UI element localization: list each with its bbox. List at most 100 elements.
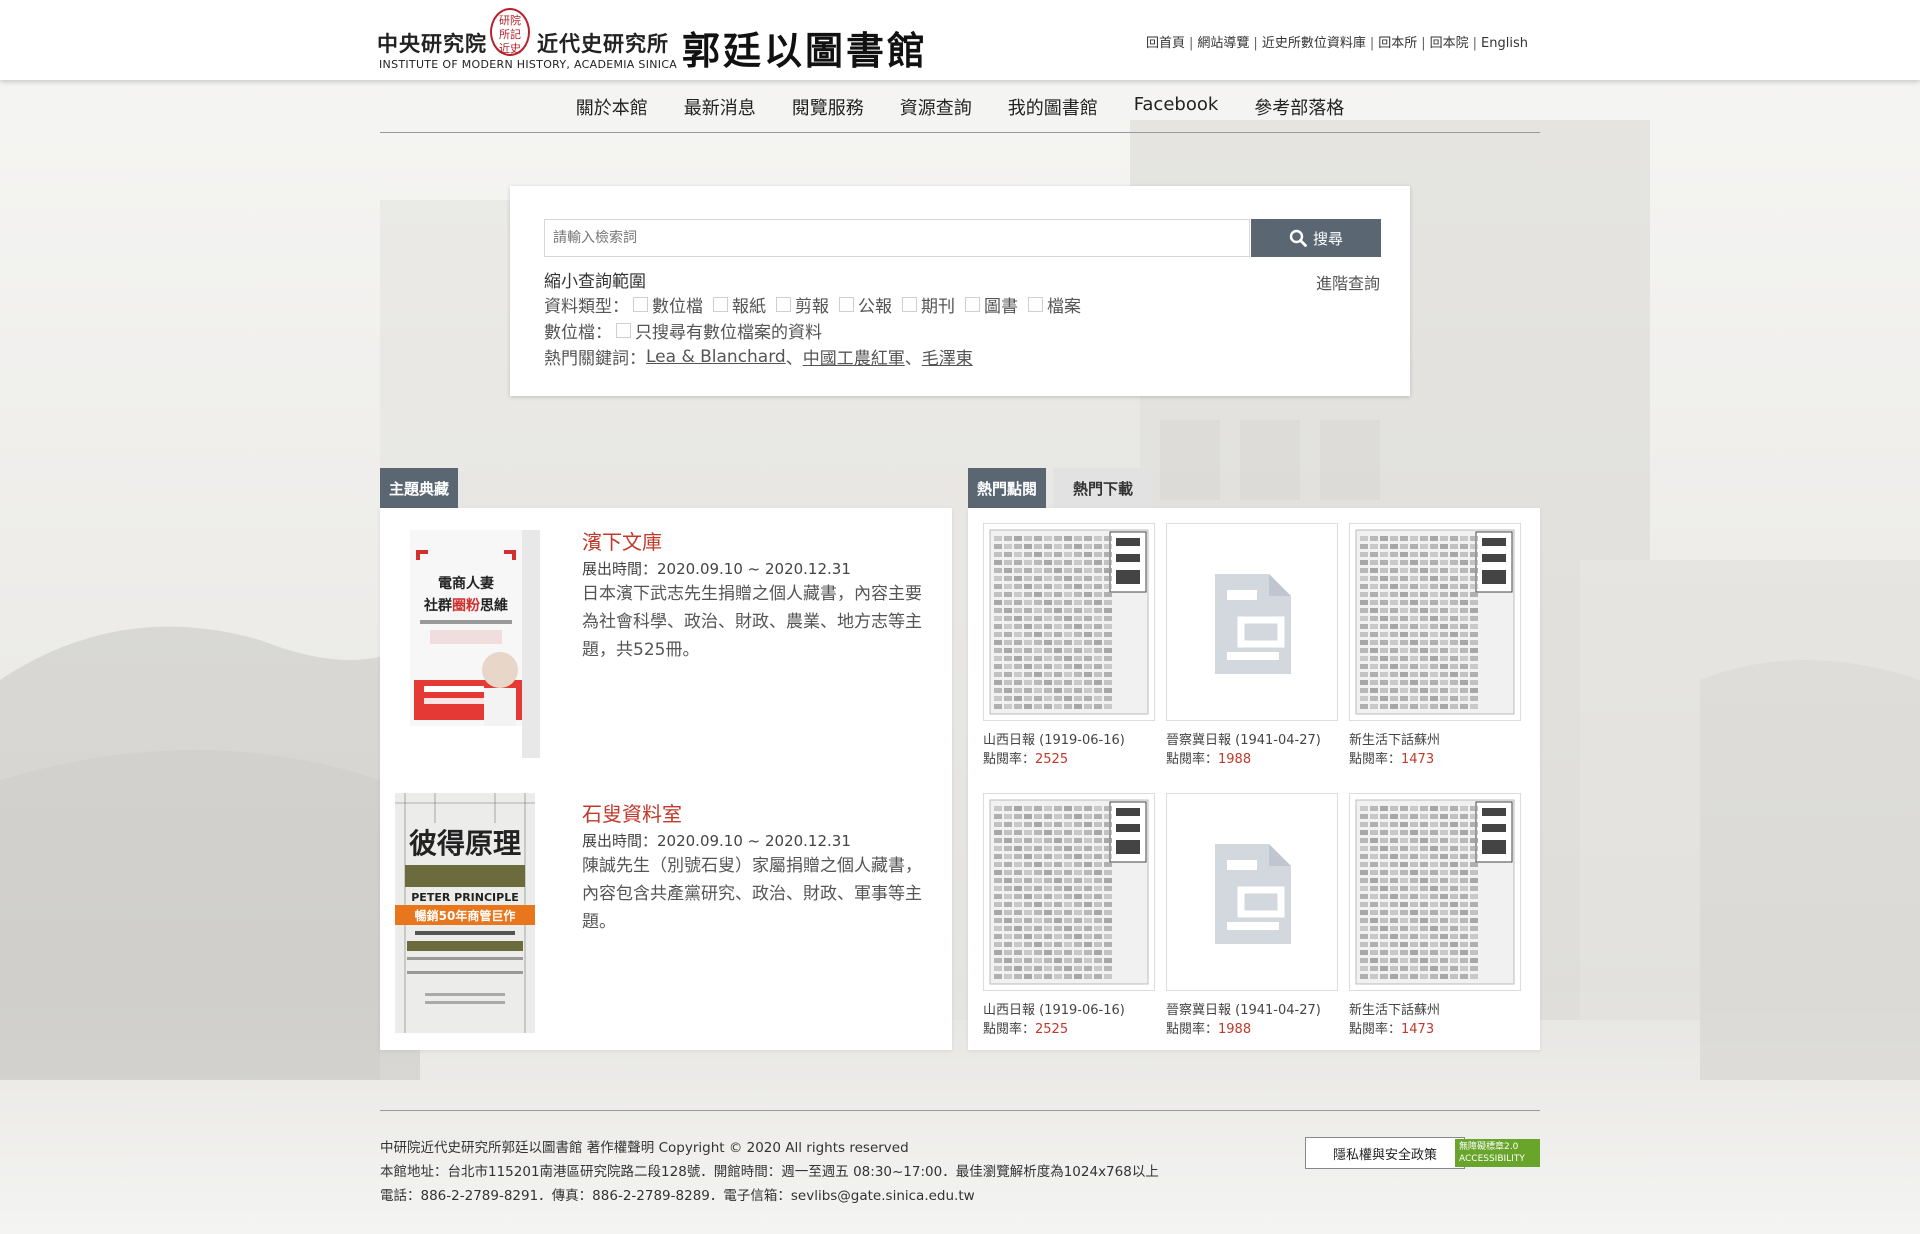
nav-item-blog[interactable]: 參考部落格	[1254, 94, 1344, 120]
top-link-home[interactable]: 回首頁	[1146, 36, 1185, 51]
popular-item-title[interactable]: 新生活下話蘇州	[1349, 999, 1440, 1018]
popular-item-count: 點閱率：1988	[1166, 1018, 1251, 1037]
checkbox-archive[interactable]	[1028, 297, 1043, 312]
collection-description: 陳誠先生（別號石叟）家屬捐贈之個人藏書，內容包含共產黨研究、政治、財政、軍事等主…	[582, 856, 922, 932]
svg-text:彼得原理: 彼得原理	[409, 827, 521, 860]
nav-item-about[interactable]: 關於本館	[576, 94, 648, 120]
checkbox-digital[interactable]	[633, 297, 648, 312]
digital-filter-label: 數位檔：	[544, 323, 612, 343]
count-value: 1988	[1218, 752, 1252, 767]
popular-item-title[interactable]: 山西日報 (1919-06-16)	[983, 729, 1125, 748]
hot-keywords-row: 熱門關鍵詞： Lea & Blanchard、 中國工農紅軍、 毛澤東	[544, 344, 973, 370]
main-nav: 關於本館 最新消息 閱覽服務 資源查詢 我的圖書館 Facebook 參考部落格	[380, 88, 1540, 133]
collection-period: 展出時間：2020.09.10 ~ 2020.12.31	[582, 832, 851, 850]
search-button[interactable]: 搜尋	[1251, 219, 1381, 257]
popular-item-count: 點閱率：2525	[983, 748, 1068, 767]
search-input[interactable]	[544, 219, 1250, 257]
collection-title[interactable]: 濱下文庫	[582, 526, 662, 555]
book-cover-image[interactable]: 電商人妻 社群圈粉思維	[410, 530, 540, 758]
popular-item-count: 點閱率：1988	[1166, 748, 1251, 767]
institute-seal-icon: 研院 所記 近史	[490, 8, 530, 56]
popular-item-title[interactable]: 晉察冀日報 (1941-04-27)	[1166, 999, 1321, 1018]
footer-contact: 電話：886-2-2789-8291．傳真：886-2-2789-8289．電子…	[380, 1188, 975, 1204]
accessibility-badge-icon[interactable]: 無障礙標章2.0 ACCESSIBILITY	[1455, 1139, 1540, 1167]
checkbox-newspaper[interactable]	[713, 297, 728, 312]
svg-text:PETER PRINCIPLE: PETER PRINCIPLE	[411, 891, 518, 904]
popular-item-title[interactable]: 新生活下話蘇州	[1349, 729, 1440, 748]
footer-divider	[380, 1110, 1540, 1111]
collection-description: 日本濱下武志先生捐贈之個人藏書，內容主要為社會科學、政治、財政、農業、地方志等主…	[582, 584, 922, 660]
nav-item-resources[interactable]: 資源查詢	[900, 94, 972, 120]
type-option-label: 剪報	[795, 297, 829, 317]
collection-title[interactable]: 石叟資料室	[582, 798, 682, 827]
document-icon[interactable]	[1166, 793, 1338, 991]
checkbox-journal[interactable]	[902, 297, 917, 312]
footer-address: 本館地址：台北市115201南港區研究院路二段128號．開館時間：週一至週五 0…	[380, 1164, 1159, 1180]
popular-panel: 山西日報 (1919-06-16) 點閱率：2525 晉察冀日報 (1941-04-…	[968, 508, 1540, 1050]
checkbox-gazette[interactable]	[839, 297, 854, 312]
count-label: 點閱率：	[1349, 1022, 1402, 1037]
document-icon[interactable]	[1166, 523, 1338, 721]
hot-keyword-link[interactable]: Lea & Blanchard	[646, 347, 786, 367]
tab-popular-views[interactable]: 熱門點閱	[968, 468, 1046, 508]
nav-item-my-library[interactable]: 我的圖書館	[1008, 94, 1098, 120]
newspaper-thumbnail[interactable]	[983, 793, 1155, 991]
top-link-sitemap[interactable]: 網站導覽	[1197, 36, 1249, 51]
hot-keyword-link[interactable]: 中國工農紅軍	[803, 344, 905, 369]
top-link-academia[interactable]: 回本院	[1430, 36, 1469, 51]
type-option-label: 檔案	[1047, 297, 1081, 317]
privacy-policy-button[interactable]: 隱私權與安全政策	[1305, 1137, 1465, 1169]
type-option-label: 數位檔	[652, 297, 703, 317]
institute-sub-name-zh: 近代史研究所	[537, 32, 669, 56]
site-logo[interactable]: 中央研究院 研院 所記 近史 近代史研究所 INSTITUTE OF MODER…	[377, 6, 957, 74]
type-option-label: 圖書	[984, 297, 1018, 317]
type-option-label: 期刊	[921, 297, 955, 317]
svg-text:電商人妻: 電商人妻	[438, 575, 494, 592]
institute-name-zh: 中央研究院	[377, 32, 487, 56]
top-link-digital-db[interactable]: 近史所數位資料庫	[1262, 36, 1366, 51]
newspaper-thumbnail[interactable]	[983, 523, 1155, 721]
nav-item-facebook[interactable]: Facebook	[1134, 94, 1219, 120]
popular-item-count: 點閱率：2525	[983, 1018, 1068, 1037]
collection-period: 展出時間：2020.09.10 ~ 2020.12.31	[582, 560, 851, 578]
tab-popular-downloads[interactable]: 熱門下載	[1053, 468, 1153, 508]
site-header: 中央研究院 研院 所記 近史 近代史研究所 INSTITUTE OF MODER…	[0, 0, 1920, 80]
top-links: 回首頁 | 網站導覽 | 近史所數位資料庫 | 回本所 | 回本院 | English	[1146, 36, 1528, 51]
hot-keyword-link[interactable]: 毛澤東	[922, 344, 973, 369]
book-cover-image[interactable]: 彼得原理 PETER PRINCIPLE 暢銷50年商管巨作	[395, 793, 535, 1033]
svg-text:暢銷50年商管巨作: 暢銷50年商管巨作	[415, 908, 516, 923]
count-value: 1988	[1218, 1022, 1252, 1037]
count-label: 點閱率：	[983, 1022, 1036, 1037]
top-link-english[interactable]: English	[1481, 36, 1528, 51]
popular-item-title[interactable]: 晉察冀日報 (1941-04-27)	[1166, 729, 1321, 748]
nav-item-news[interactable]: 最新消息	[684, 94, 756, 120]
filter-title: 縮小查詢範圍	[544, 272, 646, 292]
search-panel: 搜尋 縮小查詢範圍 進階查詢 資料類型： 數位檔 報紙 剪報 公報 期刊 圖書 …	[510, 186, 1410, 396]
count-value: 1473	[1401, 752, 1435, 767]
search-icon	[1289, 229, 1307, 247]
checkbox-book[interactable]	[965, 297, 980, 312]
count-value: 2525	[1035, 1022, 1069, 1037]
count-label: 點閱率：	[1166, 1022, 1219, 1037]
checkbox-digital-only[interactable]	[616, 323, 631, 338]
popular-item-title[interactable]: 山西日報 (1919-06-16)	[983, 999, 1125, 1018]
digital-filter-row: 數位檔： 只搜尋有數位檔案的資料	[544, 318, 822, 343]
count-value: 1473	[1401, 1022, 1435, 1037]
footer-copyright: 中研院近代史研究所郭廷以圖書館 著作權聲明 Copyright © 2020 A…	[380, 1140, 909, 1156]
count-value: 2525	[1035, 752, 1069, 767]
search-button-label: 搜尋	[1312, 230, 1343, 248]
collections-panel: 電商人妻 社群圈粉思維 濱下文庫 展出時間：2020.09.10 ~ 2020.…	[380, 508, 952, 1050]
type-option-label: 公報	[858, 297, 892, 317]
popular-item-count: 點閱率：1473	[1349, 1018, 1434, 1037]
institute-name-en: INSTITUTE OF MODERN HISTORY, ACADEMIA SI…	[379, 58, 678, 71]
digital-option-label: 只搜尋有數位檔案的資料	[635, 323, 822, 343]
advanced-search-link[interactable]: 進階查詢	[1316, 270, 1380, 294]
checkbox-clipping[interactable]	[776, 297, 791, 312]
count-label: 點閱率：	[983, 752, 1036, 767]
top-link-institute[interactable]: 回本所	[1378, 36, 1417, 51]
newspaper-thumbnail[interactable]	[1349, 793, 1521, 991]
newspaper-thumbnail[interactable]	[1349, 523, 1521, 721]
nav-item-services[interactable]: 閱覽服務	[792, 94, 864, 120]
tab-collections[interactable]: 主題典藏	[380, 468, 458, 508]
type-option-label: 報紙	[732, 297, 766, 317]
